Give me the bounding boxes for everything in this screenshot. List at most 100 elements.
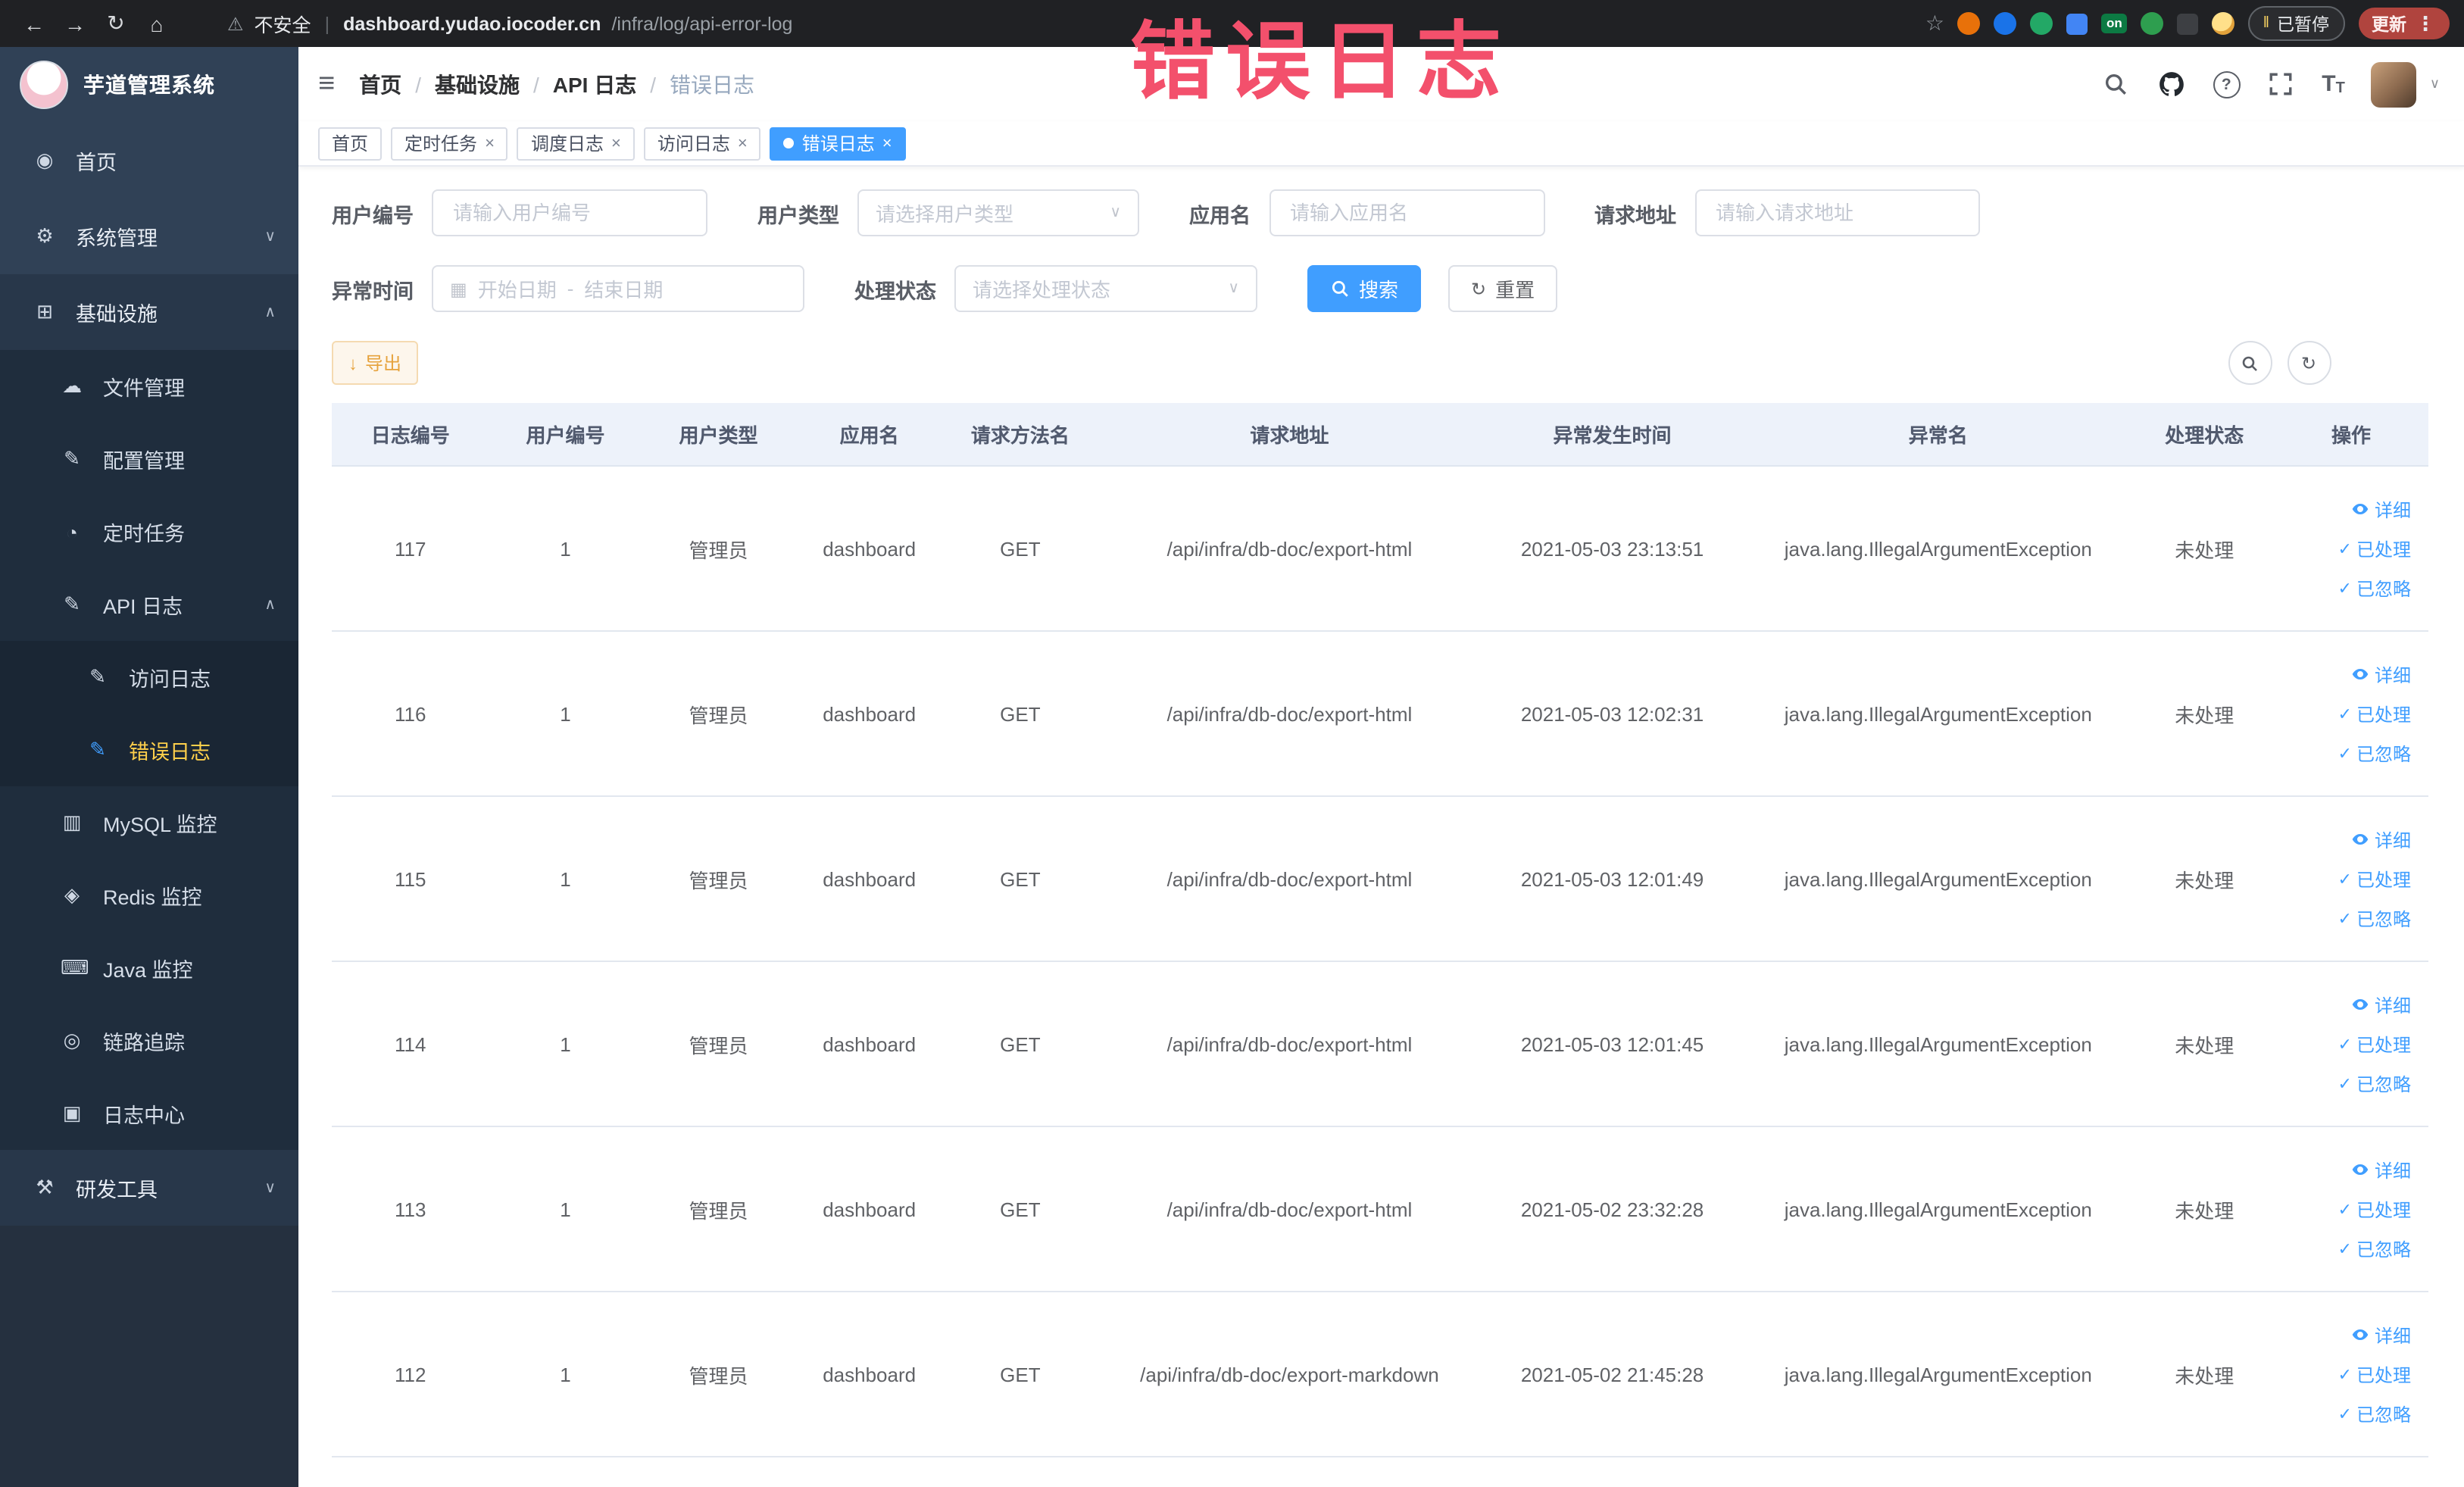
detail-link[interactable]: 详细 (2352, 661, 2411, 687)
user-type-select[interactable]: 请选择用户类型 ∨ (857, 189, 1139, 236)
ignored-link[interactable]: ✓ 已忽略 (2338, 1070, 2411, 1096)
cell-url: /api/infra/db-doc/export-html (1096, 631, 1482, 797)
close-icon[interactable]: × (485, 134, 495, 152)
tab-job-log[interactable]: 调度日志 × (517, 127, 635, 160)
font-size-icon[interactable]: TT (2322, 71, 2345, 97)
refresh-button[interactable]: ↻ (2287, 341, 2331, 385)
sidebar-item-config[interactable]: ✎ 配置管理 (0, 423, 298, 495)
breadcrumb-item[interactable]: 首页 (359, 69, 401, 99)
sidebar-item-infra[interactable]: ⊞ 基础设施 ∧ (0, 274, 298, 350)
filter-label: 请求地址 (1594, 204, 1676, 226)
home-icon[interactable]: ⌂ (138, 5, 176, 42)
sidebar-item-job[interactable]: ◔ 定时任务 (0, 495, 298, 568)
search-toggle-button[interactable] (2228, 341, 2272, 385)
extension-pin-icon[interactable] (2176, 13, 2198, 34)
ignored-link[interactable]: ✓ 已忽略 (2338, 905, 2411, 931)
update-chip[interactable]: 更新 ⋮ (2358, 8, 2449, 39)
profile-avatar[interactable] (2211, 12, 2234, 35)
github-icon[interactable] (2156, 69, 2187, 99)
detail-link[interactable]: 详细 (2352, 1157, 2411, 1182)
cell-url: /api/infra/db-doc/export-html (1096, 796, 1482, 962)
back-icon[interactable]: ← (15, 5, 53, 42)
request-url-input[interactable] (1713, 200, 1961, 226)
cell-user-id: 1 (489, 1292, 642, 1457)
sidebar-item-api-log[interactable]: ✎ API 日志 ∧ (0, 568, 298, 641)
col-user-type: 用户类型 (642, 403, 795, 467)
date-range-picker[interactable]: ▦ 开始日期 - 结束日期 (432, 265, 804, 312)
search-icon[interactable] (2100, 69, 2131, 99)
cell-method: GET (943, 1292, 1097, 1457)
sidebar-item-redis[interactable]: ◈ Redis 监控 (0, 859, 298, 932)
ignored-link[interactable]: ✓ 已忽略 (2338, 1236, 2411, 1261)
processed-link[interactable]: ✓ 已处理 (2338, 536, 2411, 561)
forward-icon[interactable]: → (56, 5, 94, 42)
processed-link[interactable]: ✓ 已处理 (2338, 866, 2411, 892)
tab-access-log[interactable]: 访问日志 × (643, 127, 761, 160)
filter-label: 用户类型 (757, 204, 839, 226)
sidebar-item-file[interactable]: ☁ 文件管理 (0, 350, 298, 423)
cell-actions: 详细 ✓ 已处理 ✓ 已忽略 (2274, 466, 2428, 632)
start-date-placeholder: 开始日期 (477, 279, 557, 301)
sidebar-item-home[interactable]: ◉ 首页 (0, 123, 298, 198)
cell-actions: 详细 ✓ 已处理 ✓ 已忽略 (2274, 631, 2428, 797)
breadcrumb-item[interactable]: 基础设施 (435, 69, 520, 99)
extension-icon[interactable] (2066, 13, 2088, 34)
sidebar-item-mysql[interactable]: ▥ MySQL 监控 (0, 786, 298, 859)
extension-icon[interactable] (1994, 12, 2017, 35)
tab-home[interactable]: 首页 (318, 127, 383, 160)
fullscreen-icon[interactable] (2266, 69, 2296, 99)
ignored-link[interactable]: ✓ 已忽略 (2338, 575, 2411, 601)
user-id-input-wrap (432, 189, 707, 236)
paused-chip[interactable]: ‖ 已暂停 (2247, 6, 2344, 41)
reset-button[interactable]: ↻ 重置 (1448, 265, 1558, 312)
cell-app: dashboard (795, 466, 944, 632)
processed-link[interactable]: ✓ 已处理 (2338, 1361, 2411, 1387)
sidebar-item-java[interactable]: ⌨ Java 监控 (0, 932, 298, 1004)
reload-icon[interactable]: ↻ (97, 5, 135, 42)
bookmark-star-icon[interactable]: ☆ (1925, 11, 1944, 36)
search-button[interactable]: 搜索 (1307, 265, 1422, 312)
user-id-input[interactable] (450, 200, 689, 226)
breadcrumb-item[interactable]: API 日志 (553, 69, 636, 99)
sidebar-item-system[interactable]: ⚙ 系统管理 ∨ (0, 198, 298, 274)
ignored-link[interactable]: ✓ 已忽略 (2338, 740, 2411, 766)
avatar-caret-icon[interactable]: ∨ (2430, 76, 2440, 92)
url-path: /infra/log/api-error-log (611, 13, 793, 34)
tab-job[interactable]: 定时任务 × (391, 127, 508, 160)
export-button[interactable]: ↓ 导出 (332, 341, 419, 385)
main-area: ≡ 首页 / 基础设施 / API 日志 / 错误日志 ? T T ∨ 首页 定… (298, 47, 2464, 1487)
sidebar-item-access-log[interactable]: ✎ 访问日志 (0, 641, 298, 714)
cell-app: dashboard (795, 1292, 944, 1457)
process-status-select[interactable]: 请选择处理状态 ∨ (954, 265, 1257, 312)
close-icon[interactable]: × (738, 134, 748, 152)
sidebar-item-log-center[interactable]: ▣ 日志中心 (0, 1077, 298, 1150)
help-icon[interactable]: ? (2213, 70, 2241, 98)
processed-link[interactable]: ✓ 已处理 (2338, 1196, 2411, 1222)
tab-error-log[interactable]: 错误日志 × (770, 127, 906, 160)
cell-log-id: 116 (332, 631, 489, 797)
detail-link[interactable]: 详细 (2352, 1322, 2411, 1348)
close-icon[interactable]: × (611, 134, 621, 152)
detail-link[interactable]: 详细 (2352, 992, 2411, 1017)
processed-link[interactable]: ✓ 已处理 (2338, 701, 2411, 726)
sidebar-item-label: API 日志 (103, 595, 183, 618)
hamburger-icon[interactable]: ≡ (318, 67, 335, 101)
sidebar-item-label: Java 监控 (103, 959, 193, 982)
detail-link[interactable]: 详细 (2352, 496, 2411, 522)
app-logo[interactable]: 芋道管理系统 (0, 47, 298, 123)
extension-icon[interactable] (1957, 12, 1981, 35)
sidebar-item-trace[interactable]: ◎ 链路追踪 (0, 1004, 298, 1077)
app-name-input[interactable] (1287, 200, 1526, 226)
close-icon[interactable]: × (882, 134, 892, 152)
user-avatar[interactable] (2370, 61, 2416, 107)
extension-icon[interactable] (2140, 12, 2163, 35)
address-bar[interactable]: ⚠ 不安全 | dashboard.yudao.iocoder.cn/infra… (227, 9, 1904, 38)
sidebar-item-dev-tools[interactable]: ⚒ 研发工具 ∨ (0, 1150, 298, 1226)
detail-link[interactable]: 详细 (2352, 826, 2411, 852)
extension-icon[interactable] (2030, 12, 2053, 35)
sidebar-item-error-log[interactable]: ✎ 错误日志 (0, 714, 298, 786)
filter-label: 处理状态 (854, 280, 936, 302)
processed-link[interactable]: ✓ 已处理 (2338, 1031, 2411, 1057)
ignored-link[interactable]: ✓ 已忽略 (2338, 1401, 2411, 1426)
extension-on-badge[interactable]: on (2101, 14, 2127, 33)
